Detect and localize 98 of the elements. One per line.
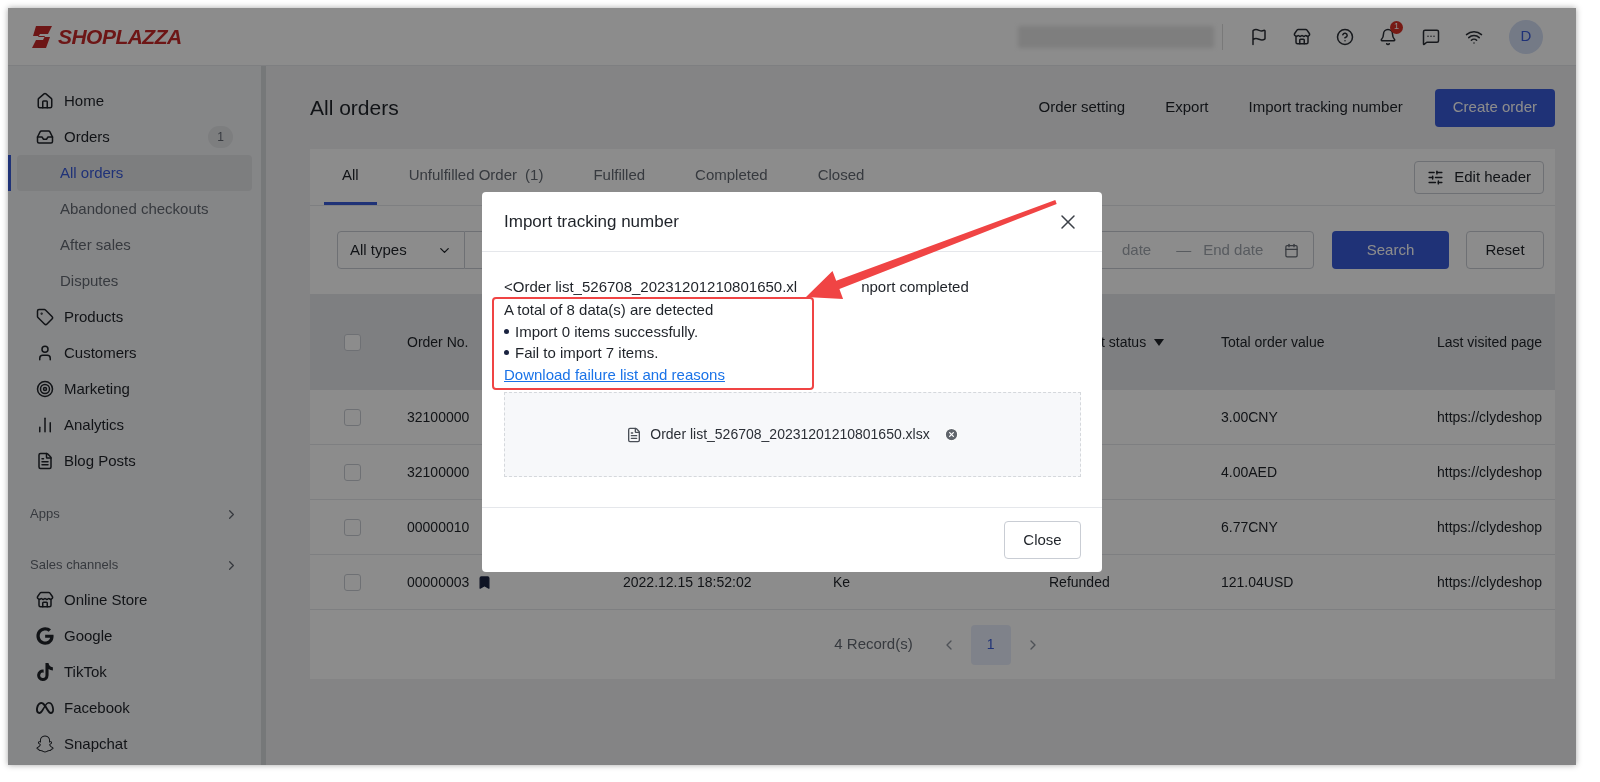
result-text: Import 0 items successfully. [515, 321, 699, 342]
type-select[interactable]: All types [337, 231, 465, 269]
sidebar-item[interactable]: Google [17, 618, 252, 654]
column-header: Last visited page [1437, 333, 1543, 350]
sidebar-item[interactable]: Blog Posts [17, 443, 252, 479]
table-cell-text: 00000010 [407, 517, 470, 537]
tab[interactable]: Completed [677, 149, 786, 205]
sidebar-item[interactable]: Facebook [17, 690, 252, 726]
bullet-icon [504, 328, 509, 334]
tiktok-icon [36, 663, 54, 681]
section-header[interactable]: Apps [8, 497, 261, 531]
table-cell-text: Refunded [1049, 572, 1110, 592]
header-action[interactable]: Import tracking number [1228, 88, 1423, 127]
google-icon [36, 627, 54, 645]
chat-icon[interactable] [1421, 27, 1440, 46]
sidebar-item[interactable]: Customers [17, 335, 252, 371]
file-name: Order list_526708_20231201210801650.xlsx [650, 425, 930, 444]
sort-caret-icon[interactable] [1154, 338, 1165, 346]
table-cell-text: 32100000 [407, 462, 470, 482]
sidebar-item[interactable]: Snapchat [17, 726, 252, 762]
calendar-icon [1284, 242, 1299, 258]
tab[interactable]: All [324, 149, 377, 205]
checkbox[interactable] [344, 573, 361, 591]
sidebar-item[interactable]: Products [17, 299, 252, 335]
brand-name: SHOPLAZZA [58, 23, 182, 50]
sidebar-subitem[interactable]: After sales [17, 227, 252, 263]
result-text: Fail to import 7 items. [515, 343, 659, 363]
person-icon [36, 344, 54, 362]
remove-file-icon[interactable] [943, 427, 959, 442]
sidebar-subitem[interactable]: All orders [17, 155, 252, 191]
dialog-title: Import tracking number [504, 210, 680, 233]
section-header[interactable]: Sales channels [8, 548, 261, 582]
file-icon [626, 426, 643, 443]
meta-icon [36, 699, 54, 717]
logo-mark [30, 23, 54, 50]
table-cell-text: 2022.12.15 18:52:02 [623, 572, 752, 592]
table-cell-text: 4.00AED [1221, 462, 1278, 482]
table-cell-text: 00000003 [407, 572, 470, 592]
checkbox[interactable] [344, 408, 361, 426]
column-header: Order No. [407, 333, 469, 350]
home-icon [36, 92, 54, 110]
record-count: 4 Record(s) [834, 634, 913, 655]
store-icon[interactable] [1292, 27, 1311, 46]
sidebar-subitem[interactable]: Abandoned checkouts [17, 191, 252, 227]
header-action[interactable]: Order setting [1018, 88, 1146, 127]
table-cell-text: https://clydeshop [1437, 462, 1543, 482]
sliders-icon [1427, 169, 1445, 186]
count-badge: 1 [208, 126, 233, 148]
tab[interactable]: Closed [799, 149, 883, 205]
table-cell-text: 32100000 [407, 407, 470, 427]
table-cell-text: https://clydeshop [1437, 517, 1543, 537]
bell-icon[interactable] [1378, 27, 1397, 46]
header-action[interactable]: Export [1145, 88, 1229, 127]
avatar[interactable]: D [1509, 19, 1543, 54]
sidebar-item[interactable]: Online Store [17, 582, 252, 618]
tag-icon [36, 308, 54, 326]
sidebar-item[interactable]: Orders 1 [17, 119, 252, 155]
table-cell-text: https://clydeshop [1437, 572, 1543, 592]
reset-button[interactable]: Reset [1466, 231, 1544, 269]
edit-header-button[interactable]: Edit header [1414, 161, 1544, 194]
store-icon [36, 591, 54, 609]
sidebar-subitem[interactable]: Disputes [17, 263, 252, 299]
help-icon[interactable] [1335, 27, 1354, 46]
inbox-icon [36, 128, 54, 146]
sidebar-item[interactable]: Analytics [17, 407, 252, 443]
table-cell-text: 6.77CNY [1221, 517, 1278, 537]
sidebar-item[interactable]: Marketing [17, 371, 252, 407]
file-dropzone[interactable]: Order list_526708_20231201210801650.xlsx [504, 392, 1081, 477]
selection-bar [8, 155, 11, 191]
page-title: All orders [310, 94, 400, 121]
import-status-text: nport completed [861, 277, 969, 297]
sidebar-item[interactable]: TikTok [17, 654, 252, 690]
notification-badge: 1 [1390, 20, 1403, 34]
sidebar-item[interactable]: Home [17, 83, 252, 119]
table-cell-text: 121.04USD [1221, 572, 1294, 592]
sidebar-scrollbar[interactable] [261, 66, 266, 765]
import-status-text: <Order list_526708_20231201210801650.xl [504, 277, 798, 297]
tab[interactable]: Unfulfilled Order (1) [390, 149, 562, 205]
download-link[interactable]: Download failure list and reasons [504, 365, 725, 383]
page-button[interactable]: 1 [970, 624, 1011, 665]
checkbox[interactable] [344, 518, 361, 536]
table-cell-text: https://clydeshop [1437, 407, 1543, 427]
checkbox[interactable] [344, 463, 361, 481]
search-button[interactable]: Search [1332, 231, 1449, 269]
target-icon [36, 380, 54, 398]
table-cell-text: Ke [833, 572, 851, 592]
tab[interactable]: Fulfilled [575, 149, 664, 205]
flag-icon[interactable] [1249, 27, 1268, 46]
summary-text: A total of 8 data(s) are detected [504, 300, 715, 320]
bar-chart-icon [36, 416, 54, 434]
column-header: Total order value [1221, 333, 1325, 350]
bullet-icon [504, 350, 509, 356]
create-order-button[interactable]: Create order [1434, 88, 1555, 127]
checkbox[interactable] [344, 333, 361, 351]
snapchat-icon [36, 735, 54, 753]
document-icon [36, 452, 54, 470]
table-cell-text: 3.00CNY [1221, 407, 1278, 427]
close-button[interactable]: Close [1004, 521, 1081, 559]
